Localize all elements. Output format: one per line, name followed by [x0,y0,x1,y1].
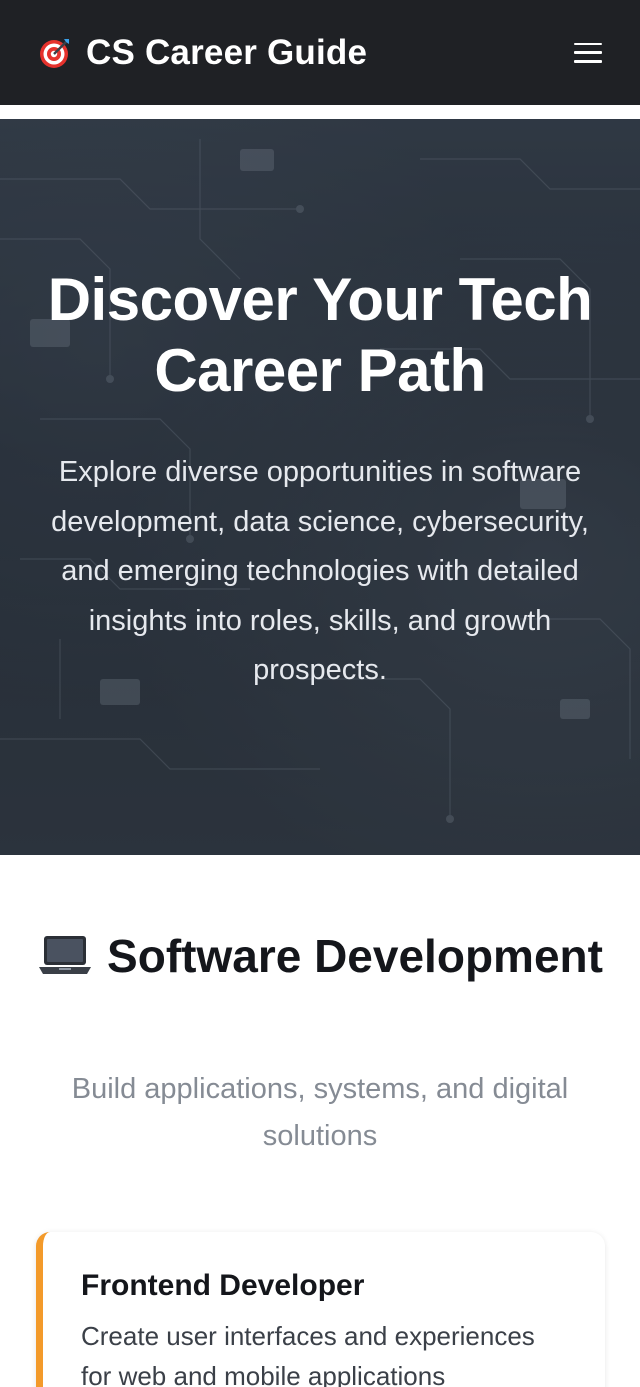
hero-banner: Discover Your Tech Career Path Explore d… [0,119,640,855]
header-divider [0,105,640,119]
brand-title: CS Career Guide [86,32,368,72]
hero-subtitle: Explore diverse opportunities in softwar… [51,456,589,686]
section-title: Software Development [0,928,640,984]
section-title-text: Software Development [107,930,603,982]
career-card-frontend-developer[interactable]: Frontend Developer Create user interface… [36,1232,605,1387]
hero-content: Discover Your Tech Career Path Explore d… [0,264,640,696]
target-icon [40,38,69,68]
brand-link[interactable]: CS Career Guide [38,33,367,73]
section-subtitle: Build applications, systems, and digital… [71,1073,569,1152]
card-title: Frontend Developer [81,1269,365,1302]
hero-title: Discover Your Tech Career Path [47,266,593,404]
card-description: Create user interfaces and experiences f… [81,1321,535,1387]
laptop-icon [39,936,92,974]
hamburger-menu-icon[interactable] [574,40,602,66]
top-navbar: CS Career Guide [0,0,640,105]
